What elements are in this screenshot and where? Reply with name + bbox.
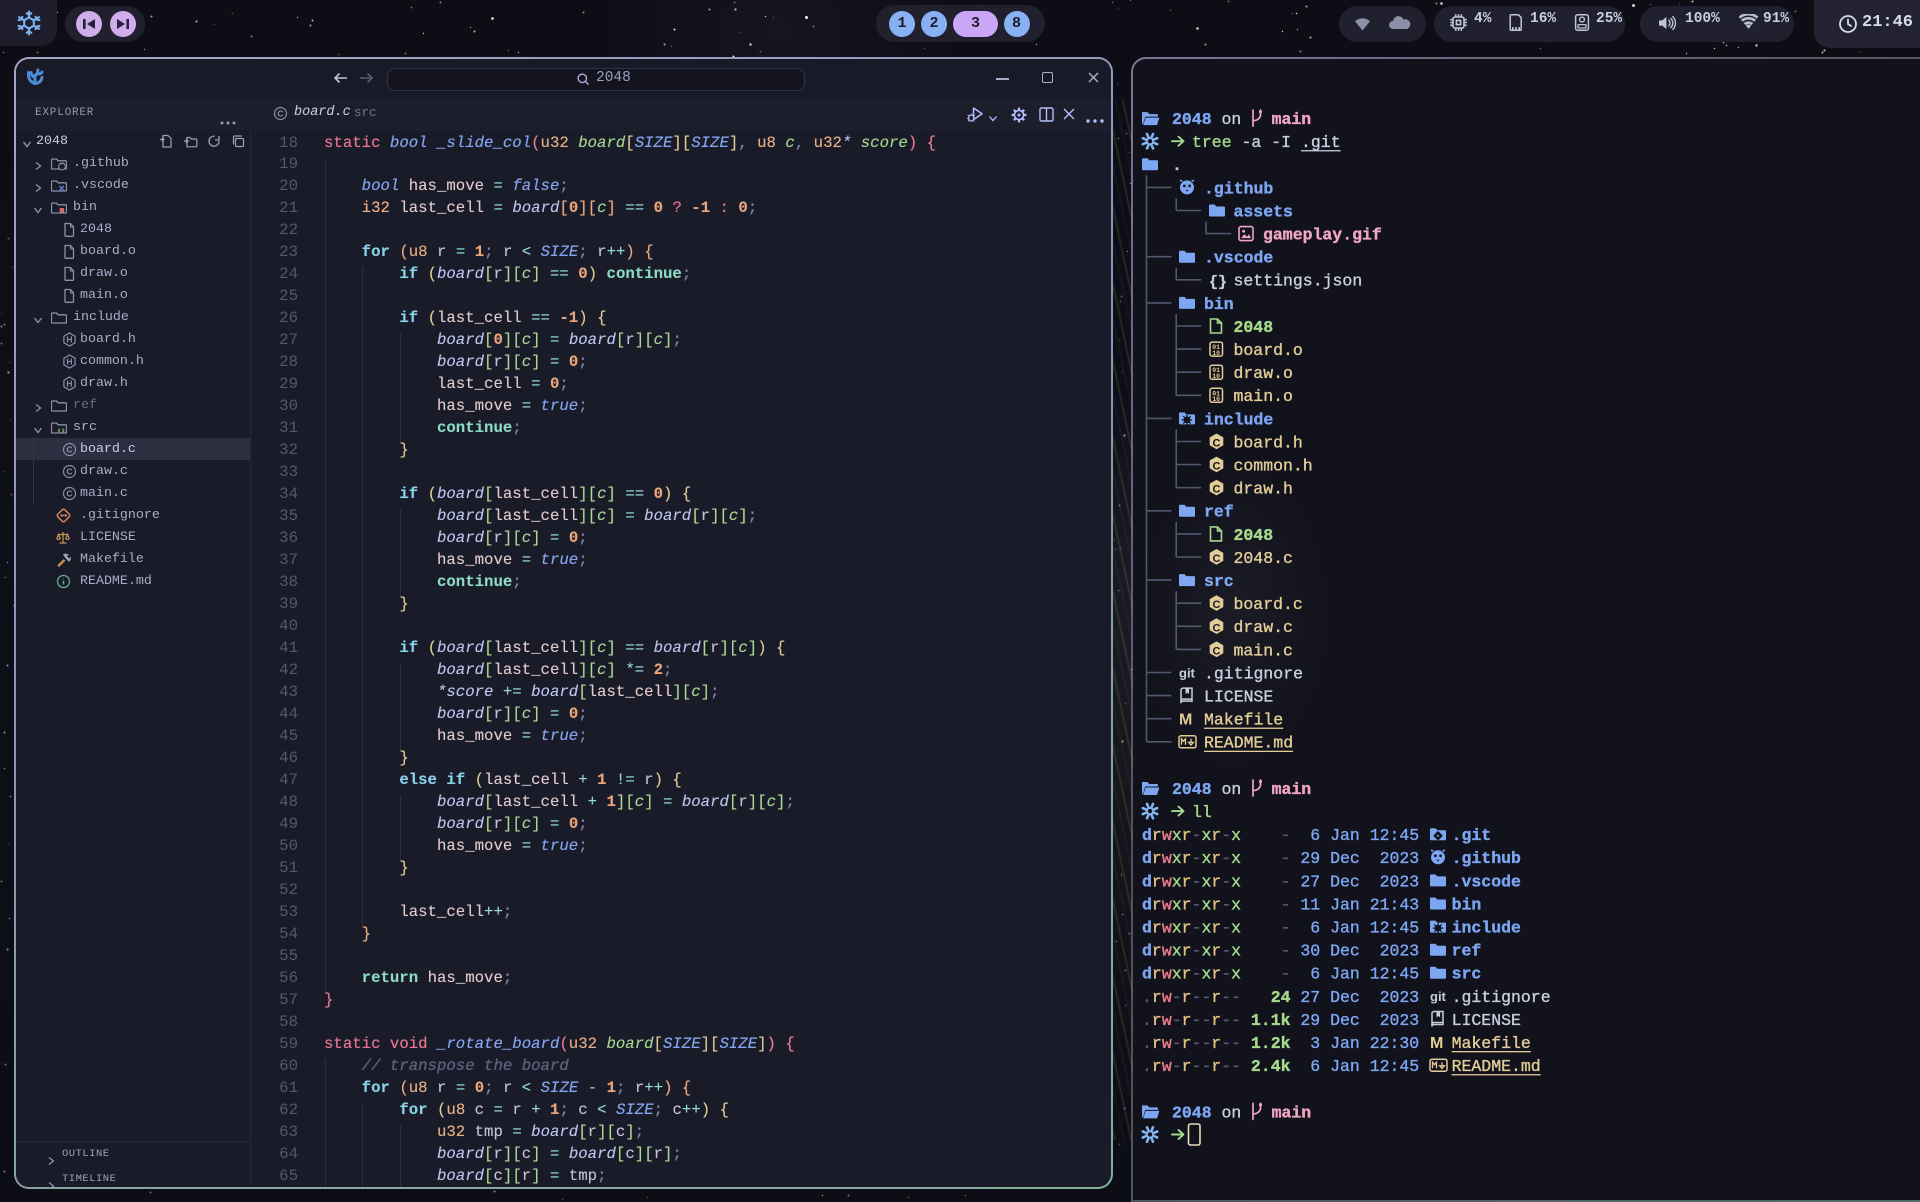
svg-text:Jan: Jan bbox=[1330, 1057, 1360, 1076]
svg-text:2023: 2023 bbox=[1380, 988, 1420, 1007]
svg-text:11: 11 bbox=[1300, 895, 1320, 914]
svg-text:30: 30 bbox=[1300, 942, 1320, 961]
svg-text:ref: ref bbox=[1452, 942, 1482, 961]
svg-text:2048: 2048 bbox=[1172, 1103, 1212, 1122]
svg-text:2023: 2023 bbox=[1380, 872, 1420, 891]
svg-text:1.2k: 1.2k bbox=[1251, 1034, 1291, 1053]
svg-text:draw.o: draw.o bbox=[1234, 364, 1293, 383]
svg-text:drwxr-xr-x: drwxr-xr-x bbox=[1142, 849, 1241, 868]
svg-text:2048: 2048 bbox=[1172, 110, 1212, 129]
svg-text:6: 6 bbox=[1310, 919, 1320, 938]
svg-text:Jan: Jan bbox=[1330, 1034, 1360, 1053]
svg-text:.rw-r--r--: .rw-r--r-- bbox=[1142, 1057, 1241, 1076]
svg-text:21:43: 21:43 bbox=[1370, 895, 1420, 914]
svg-text:.vscode: .vscode bbox=[1204, 249, 1273, 268]
svg-text:2023: 2023 bbox=[1380, 1011, 1420, 1030]
svg-text:main: main bbox=[1272, 110, 1312, 129]
svg-text:Dec: Dec bbox=[1330, 988, 1360, 1007]
svg-text:-: - bbox=[1281, 872, 1291, 891]
svg-text:-a: -a bbox=[1242, 133, 1262, 152]
svg-text:27: 27 bbox=[1300, 988, 1320, 1007]
svg-text:-: - bbox=[1281, 942, 1291, 961]
svg-text:24: 24 bbox=[1271, 988, 1291, 1007]
svg-text:-: - bbox=[1281, 965, 1291, 984]
svg-text:.github: .github bbox=[1452, 849, 1521, 868]
svg-text:bin: bin bbox=[1204, 295, 1234, 314]
svg-text:2023: 2023 bbox=[1380, 942, 1420, 961]
svg-text:README.md: README.md bbox=[1452, 1057, 1541, 1076]
svg-text:29: 29 bbox=[1300, 849, 1320, 868]
svg-text:10: 10 bbox=[1212, 373, 1220, 380]
svg-text:Dec: Dec bbox=[1330, 849, 1360, 868]
svg-text:Jan: Jan bbox=[1330, 895, 1360, 914]
svg-text:.rw-r--r--: .rw-r--r-- bbox=[1142, 988, 1241, 1007]
svg-text:.rw-r--r--: .rw-r--r-- bbox=[1142, 1034, 1241, 1053]
svg-text:Makefile: Makefile bbox=[1452, 1034, 1531, 1053]
svg-text:settings.json: settings.json bbox=[1234, 272, 1363, 291]
svg-text:.: . bbox=[1172, 156, 1182, 175]
svg-text:board.o: board.o bbox=[1234, 341, 1303, 360]
svg-text:.vscode: .vscode bbox=[1452, 872, 1521, 891]
svg-text:Jan: Jan bbox=[1330, 919, 1360, 938]
svg-text:drwxr-xr-x: drwxr-xr-x bbox=[1142, 942, 1241, 961]
svg-text:2023: 2023 bbox=[1380, 849, 1420, 868]
svg-text:10: 10 bbox=[1212, 350, 1220, 357]
svg-text:-: - bbox=[1281, 849, 1291, 868]
svg-text:Jan: Jan bbox=[1330, 965, 1360, 984]
svg-text:2.4k: 2.4k bbox=[1251, 1057, 1291, 1076]
svg-text:{}: {} bbox=[1209, 274, 1227, 291]
svg-text:6: 6 bbox=[1310, 1057, 1320, 1076]
svg-text:.github: .github bbox=[1204, 179, 1273, 198]
svg-text:.gitignore: .gitignore bbox=[1452, 988, 1551, 1007]
svg-text:3: 3 bbox=[1310, 1034, 1320, 1053]
svg-text:.git: .git bbox=[1301, 133, 1341, 152]
svg-text:12:45: 12:45 bbox=[1370, 965, 1420, 984]
svg-text:src: src bbox=[1452, 965, 1482, 984]
svg-text:1.1k: 1.1k bbox=[1251, 1011, 1291, 1030]
svg-text:29: 29 bbox=[1300, 1011, 1320, 1030]
svg-text:tree: tree bbox=[1192, 133, 1232, 152]
svg-text:on: on bbox=[1222, 1103, 1242, 1122]
svg-text:.rw-r--r--: .rw-r--r-- bbox=[1142, 1011, 1241, 1030]
svg-text:-: - bbox=[1281, 895, 1291, 914]
svg-text:22:30: 22:30 bbox=[1370, 1034, 1420, 1053]
svg-text:.git: .git bbox=[1452, 826, 1492, 845]
svg-text:-I: -I bbox=[1271, 133, 1291, 152]
svg-text:drwxr-xr-x: drwxr-xr-x bbox=[1142, 872, 1241, 891]
svg-text:main: main bbox=[1272, 1103, 1312, 1122]
svg-text:M: M bbox=[1430, 1035, 1443, 1052]
svg-text:drwxr-xr-x: drwxr-xr-x bbox=[1142, 919, 1241, 938]
svg-text:assets: assets bbox=[1234, 202, 1293, 221]
svg-text:include: include bbox=[1452, 919, 1521, 938]
svg-text:Dec: Dec bbox=[1330, 942, 1360, 961]
svg-text:LICENSE: LICENSE bbox=[1452, 1011, 1521, 1030]
svg-text:Dec: Dec bbox=[1330, 1011, 1360, 1030]
svg-text:12:45: 12:45 bbox=[1370, 1057, 1420, 1076]
svg-text:12:45: 12:45 bbox=[1370, 919, 1420, 938]
svg-text:-: - bbox=[1281, 919, 1291, 938]
svg-text:6: 6 bbox=[1310, 965, 1320, 984]
svg-text:drwxr-xr-x: drwxr-xr-x bbox=[1142, 965, 1241, 984]
svg-text:Dec: Dec bbox=[1330, 872, 1360, 891]
svg-text:27: 27 bbox=[1300, 872, 1320, 891]
svg-text:gameplay.gif: gameplay.gif bbox=[1263, 226, 1382, 245]
svg-text:2048: 2048 bbox=[1234, 318, 1274, 337]
svg-text:on: on bbox=[1222, 110, 1242, 129]
svg-text:bin: bin bbox=[1452, 895, 1482, 914]
svg-text:git: git bbox=[1430, 989, 1447, 1004]
svg-text:drwxr-xr-x: drwxr-xr-x bbox=[1142, 895, 1241, 914]
